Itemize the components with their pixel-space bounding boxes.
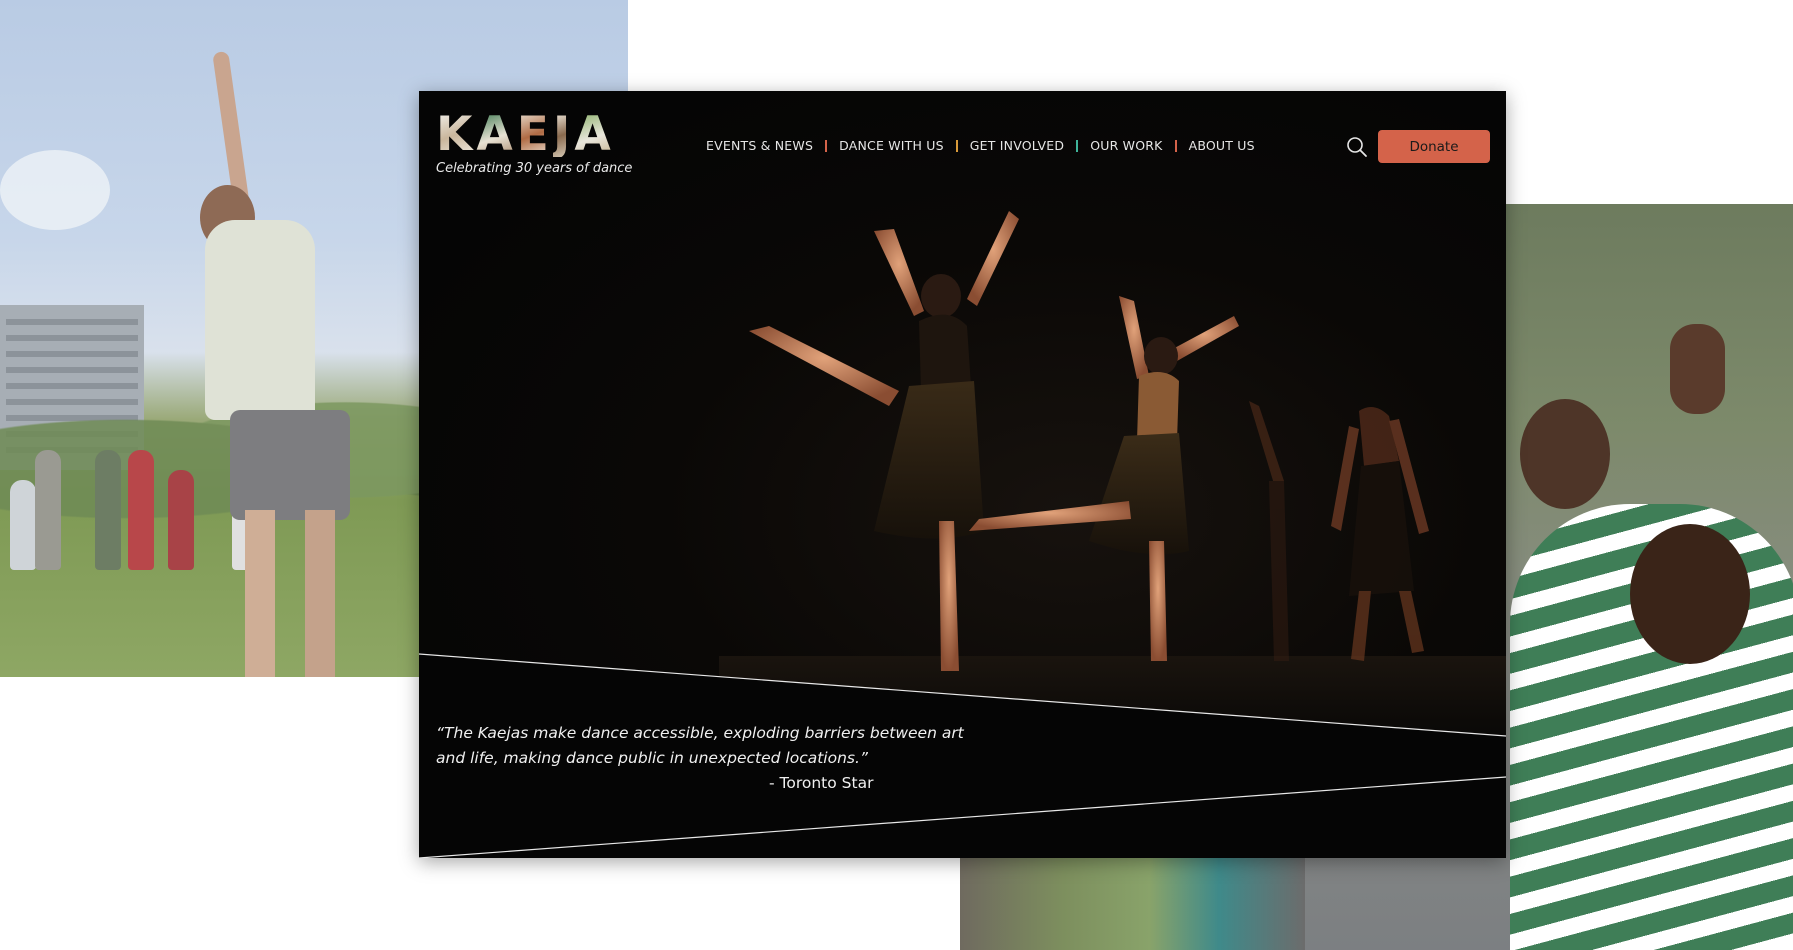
- nav-separator: [1076, 139, 1079, 152]
- donate-button[interactable]: Donate: [1378, 130, 1490, 163]
- logo-letter: E: [516, 107, 551, 162]
- raised-hand: [1670, 324, 1725, 414]
- nav-separator: [955, 139, 958, 152]
- nav-get-involved[interactable]: GET INVOLVED: [970, 138, 1064, 153]
- logo-letter: A: [476, 107, 515, 162]
- search-icon: [1347, 137, 1367, 157]
- main-nav: EVENTS & NEWS DANCE WITH US GET INVOLVED…: [706, 138, 1255, 153]
- quote-attribution: - Toronto Star: [769, 774, 874, 792]
- kaeja-logo[interactable]: K A E J A Celebrating 30 years of dance: [436, 107, 633, 176]
- logo-letter: A: [574, 107, 613, 162]
- child-head: [1630, 524, 1750, 664]
- nav-separator: [1174, 139, 1177, 152]
- cloud: [0, 150, 110, 230]
- logo-letter: K: [436, 107, 475, 162]
- site-card: K A E J A Celebrating 30 years of dance …: [419, 91, 1506, 858]
- nav-about-us[interactable]: ABOUT US: [1189, 138, 1255, 153]
- nav-events-news[interactable]: EVENTS & NEWS: [706, 138, 813, 153]
- logo-wordmark: K A E J A: [436, 107, 632, 162]
- tagline: Celebrating 30 years of dance: [436, 161, 633, 176]
- background-photo-bottom: [960, 858, 1305, 950]
- hero-quote: “The Kaejas make dance accessible, explo…: [436, 724, 964, 767]
- search-button[interactable]: [1344, 134, 1370, 160]
- dancer-figure: [190, 50, 390, 677]
- logo-letter: J: [552, 107, 573, 162]
- nav-our-work[interactable]: OUR WORK: [1090, 138, 1162, 153]
- nav-dance-with-us[interactable]: DANCE WITH US: [839, 138, 944, 153]
- child-with-glasses: [1520, 399, 1610, 509]
- nav-separator: [825, 139, 828, 152]
